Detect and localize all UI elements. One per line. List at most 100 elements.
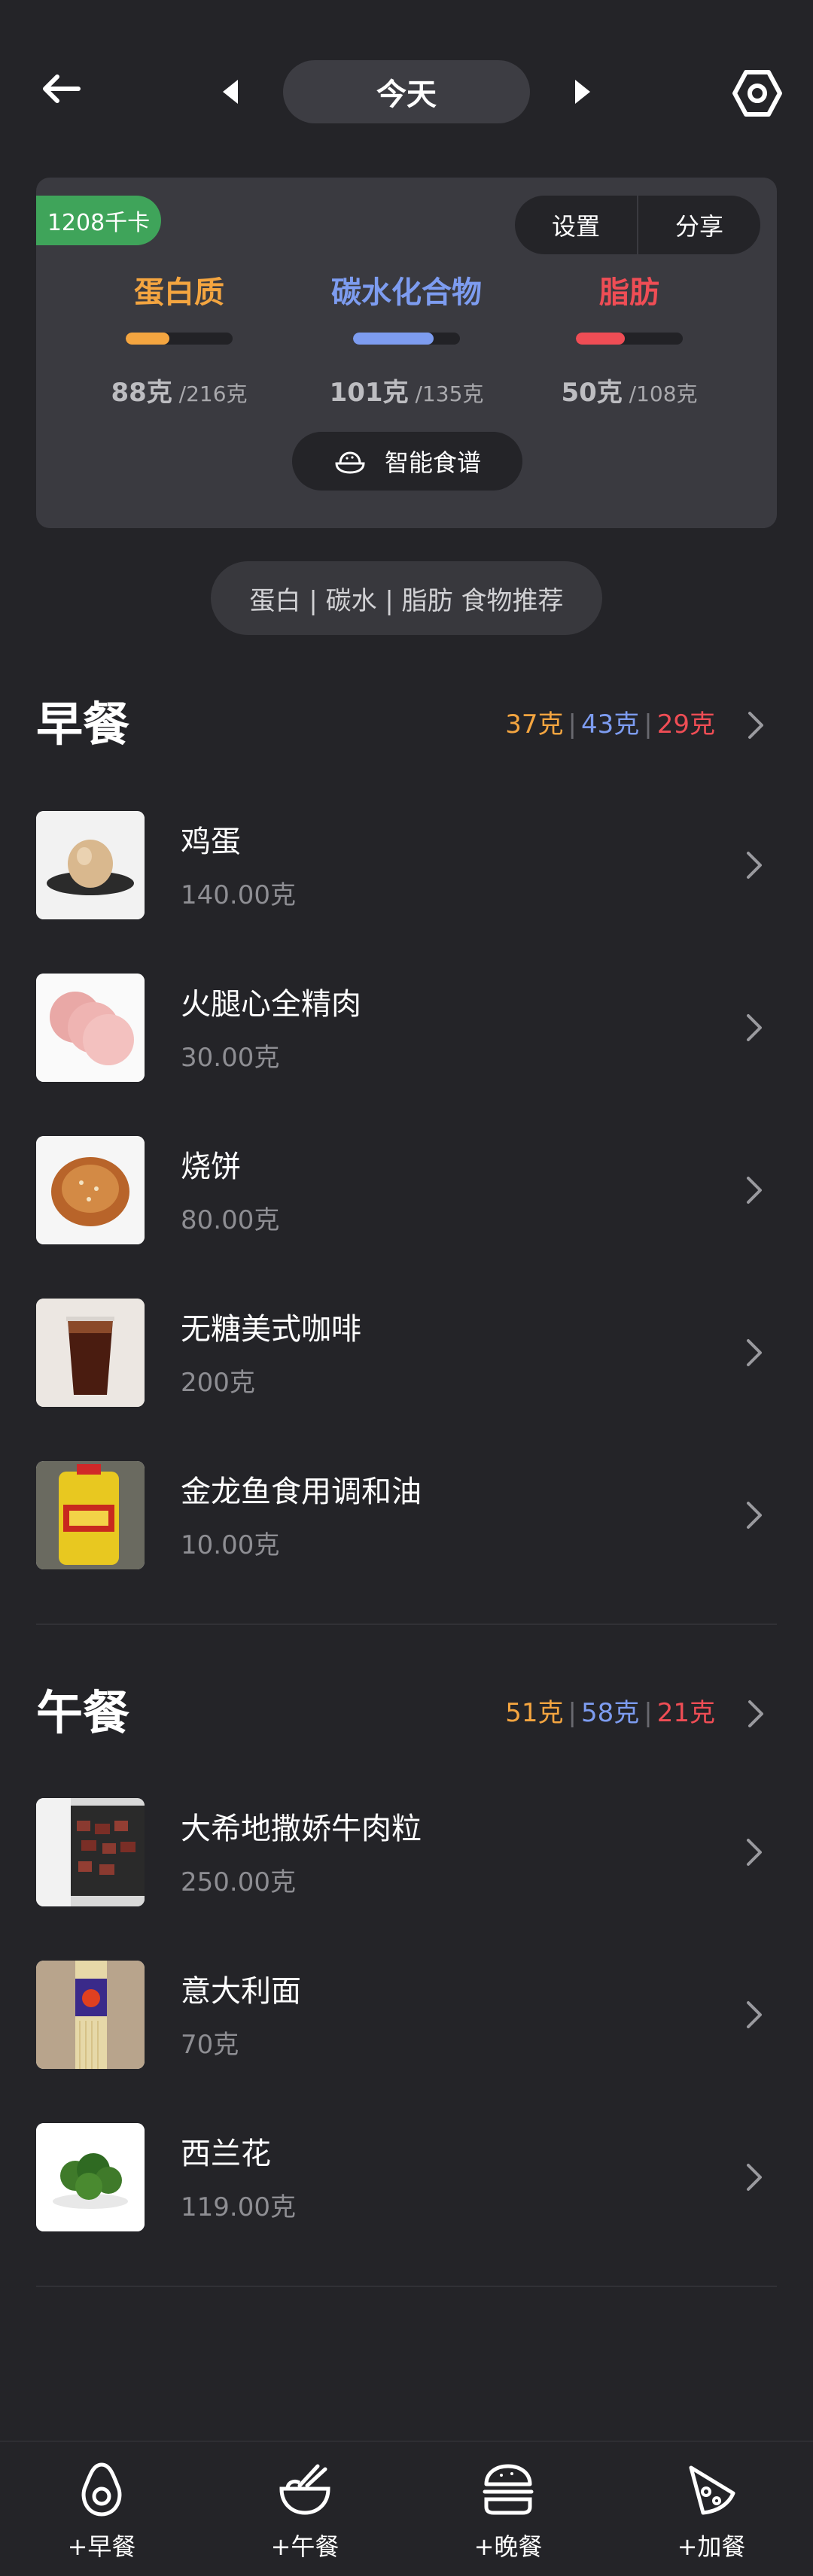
nav-label: +午餐 [270, 2532, 340, 2561]
food-name: 鸡蛋 [181, 825, 241, 859]
macro-consumed: 50克 [561, 378, 623, 408]
macro-progress-fill [126, 333, 170, 345]
add-dinner-button[interactable]: +晚餐 [406, 2442, 610, 2576]
chevron-right-icon [748, 712, 763, 739]
smart-recipe-button[interactable]: 智能食谱 [292, 432, 522, 491]
macro-name: 蛋白质 [134, 275, 224, 310]
food-name: 意大利面 [181, 1974, 301, 2009]
share-button[interactable]: 分享 [638, 196, 760, 254]
food-item[interactable]: 鸡蛋 140.00克 [36, 811, 777, 924]
chevron-right-icon [747, 1839, 762, 1866]
burger-icon [483, 2464, 534, 2515]
food-quantity: 10.00克 [181, 1530, 280, 1560]
meal-carb: 43克 [581, 709, 640, 740]
macro-target: /135克 [415, 381, 484, 406]
kcal-value: 1208千卡 [47, 210, 151, 236]
chevron-right-icon [748, 1700, 763, 1727]
macro-consumed: 101克 [329, 378, 409, 408]
food-quantity: 30.00克 [181, 1043, 280, 1073]
next-day-button[interactable] [557, 62, 610, 122]
section-divider [36, 2286, 777, 2287]
nav-label: +加餐 [677, 2532, 746, 2561]
food-quantity: 140.00克 [181, 880, 296, 910]
food-image-beef [36, 1798, 145, 1906]
macro-progress-fill [576, 333, 626, 345]
food-item[interactable]: 西兰花 119.00克 [36, 2123, 777, 2236]
macro-amount: 88克 /216克 [81, 372, 277, 409]
date-selector[interactable]: 今天 [283, 60, 530, 123]
food-quantity: 250.00克 [181, 1867, 296, 1897]
food-item[interactable]: 金龙鱼食用调和油 10.00克 [36, 1461, 777, 1574]
food-item[interactable]: 无糖美式咖啡 200克 [36, 1299, 777, 1411]
food-name: 烧饼 [181, 1150, 241, 1184]
macro-amount: 101克 /135克 [309, 372, 504, 409]
prev-day-button[interactable] [203, 62, 256, 122]
meal-macros: 51克 | 58克 | 21克 [505, 1698, 715, 1728]
macro-carb: 碳水化合物 101克 /135克 [309, 268, 504, 409]
triangle-right-icon [575, 80, 590, 104]
food-quantity: 119.00克 [181, 2192, 296, 2222]
macro-fat: 脂肪 50克 /108克 [531, 268, 727, 409]
food-item[interactable]: 火腿心全精肉 30.00克 [36, 974, 777, 1086]
macro-name: 碳水化合物 [331, 275, 482, 310]
food-image-ham [36, 974, 145, 1082]
chevron-right-icon [747, 1339, 762, 1366]
food-image-shaobing [36, 1136, 145, 1244]
bottom-nav: +早餐 +午餐 +晚餐 +加餐 [0, 2441, 813, 2576]
nav-label: +晚餐 [473, 2532, 543, 2561]
chevron-right-icon [747, 1177, 762, 1204]
food-name: 大希地撒娇牛肉粒 [181, 1812, 422, 1846]
back-arrow-icon [43, 74, 81, 103]
macro-amount: 50克 /108克 [531, 372, 727, 409]
smart-recipe-label: 智能食谱 [384, 448, 481, 477]
food-recommend-button[interactable]: 蛋白 | 碳水 | 脂肪 食物推荐 [211, 561, 602, 635]
nutrition-summary-card: 1208千卡 设置 分享 蛋白质 88克 /216克 碳水化合物 101克 /1… [36, 178, 777, 528]
hex-settings-icon [732, 70, 782, 117]
food-name: 金龙鱼食用调和油 [181, 1475, 422, 1509]
macro-target: /216克 [178, 381, 248, 406]
food-quantity: 70克 [181, 2030, 239, 2060]
section-divider [36, 1624, 777, 1625]
macro-name: 脂肪 [599, 275, 659, 310]
meal-title: 早餐 [36, 697, 130, 752]
food-item[interactable]: 大希地撒娇牛肉粒 250.00克 [36, 1798, 777, 1911]
chevron-right-icon [747, 852, 762, 879]
kcal-badge: 1208千卡 [36, 196, 161, 245]
macro-progress-track [126, 333, 233, 345]
macro-target: /108克 [629, 381, 698, 406]
add-breakfast-button[interactable]: +早餐 [0, 2442, 203, 2576]
pizza-slice-icon [689, 2465, 735, 2515]
meal-header-breakfast[interactable]: 早餐 37克 | 43克 | 29克 [36, 691, 777, 758]
macro-consumed: 88克 [111, 378, 172, 408]
share-label: 分享 [674, 212, 723, 241]
setting-button[interactable]: 设置 [515, 196, 637, 254]
food-image-pasta [36, 1961, 145, 2069]
macro-progress-track [353, 333, 460, 345]
meal-protein: 37克 [505, 709, 564, 740]
food-quantity: 80.00克 [181, 1205, 280, 1235]
top-bar: 今天 [0, 0, 813, 181]
food-item[interactable]: 烧饼 80.00克 [36, 1136, 777, 1249]
food-image-coffee [36, 1299, 145, 1407]
nav-label: +早餐 [67, 2532, 136, 2561]
food-quantity: 200克 [181, 1368, 255, 1398]
meal-title: 午餐 [36, 1685, 130, 1740]
chevron-right-icon [747, 2001, 762, 2028]
add-snack-button[interactable]: +加餐 [610, 2442, 813, 2576]
back-button[interactable] [30, 59, 90, 119]
setting-label: 设置 [551, 212, 600, 241]
add-lunch-button[interactable]: +午餐 [203, 2442, 406, 2576]
chevron-right-icon [747, 1502, 762, 1529]
macro-progress-fill [353, 333, 434, 345]
settings-button[interactable] [726, 62, 789, 125]
food-name: 西兰花 [181, 2137, 271, 2171]
food-item[interactable]: 意大利面 70克 [36, 1961, 777, 2073]
food-image-egg [36, 811, 145, 919]
meal-macros: 37克 | 43克 | 29克 [505, 709, 715, 740]
chevron-right-icon [747, 1014, 762, 1041]
food-name: 无糖美式咖啡 [181, 1312, 361, 1347]
meal-fat: 29克 [656, 709, 715, 740]
food-image-broccoli [36, 2123, 145, 2231]
macro-protein: 蛋白质 88克 /216克 [81, 268, 277, 409]
meal-header-lunch[interactable]: 午餐 51克 | 58克 | 21克 [36, 1679, 777, 1747]
